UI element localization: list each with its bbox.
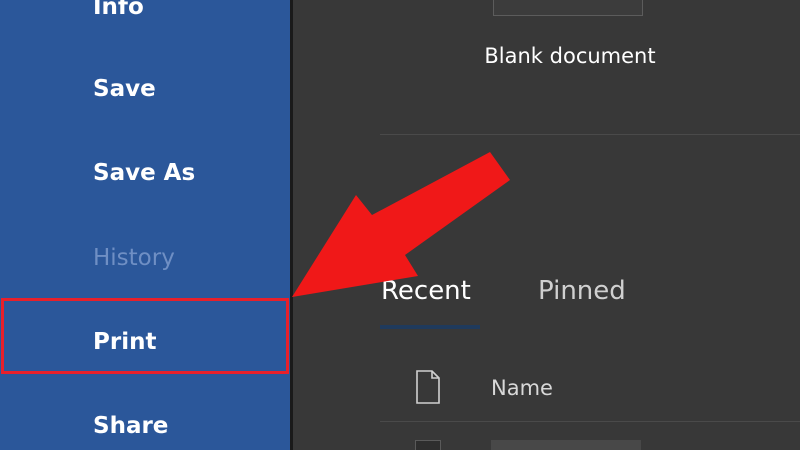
backstage-sidebar: Info Save Save As History Print Share [0,0,290,450]
document-row-name[interactable] [491,440,641,450]
tab-recent[interactable]: Recent [381,276,471,306]
nav-item-info[interactable]: Info [0,0,290,37]
section-divider [380,134,800,135]
nav-item-label: Save As [93,160,196,186]
document-row-icon [415,440,441,450]
blank-document-thumbnail[interactable] [493,0,643,16]
file-icon [416,370,440,404]
blank-document-label[interactable]: Blank document [440,44,700,68]
nav-item-history: History [0,228,290,288]
word-backstage-screen: Info Save Save As History Print Share Bl… [0,0,800,450]
nav-item-share[interactable]: Share [0,396,290,450]
nav-item-save[interactable]: Save [0,59,290,119]
column-header-name[interactable]: Name [491,376,553,400]
active-tab-indicator [380,325,480,329]
nav-item-label: History [93,245,175,271]
print-highlight-box [1,298,289,374]
nav-item-label: Info [93,0,144,20]
nav-item-label: Share [93,413,169,439]
list-divider [380,421,800,422]
nav-item-label: Save [93,76,156,102]
sidebar-divider [290,0,293,450]
nav-item-save-as[interactable]: Save As [0,143,290,203]
tab-pinned[interactable]: Pinned [538,276,626,306]
